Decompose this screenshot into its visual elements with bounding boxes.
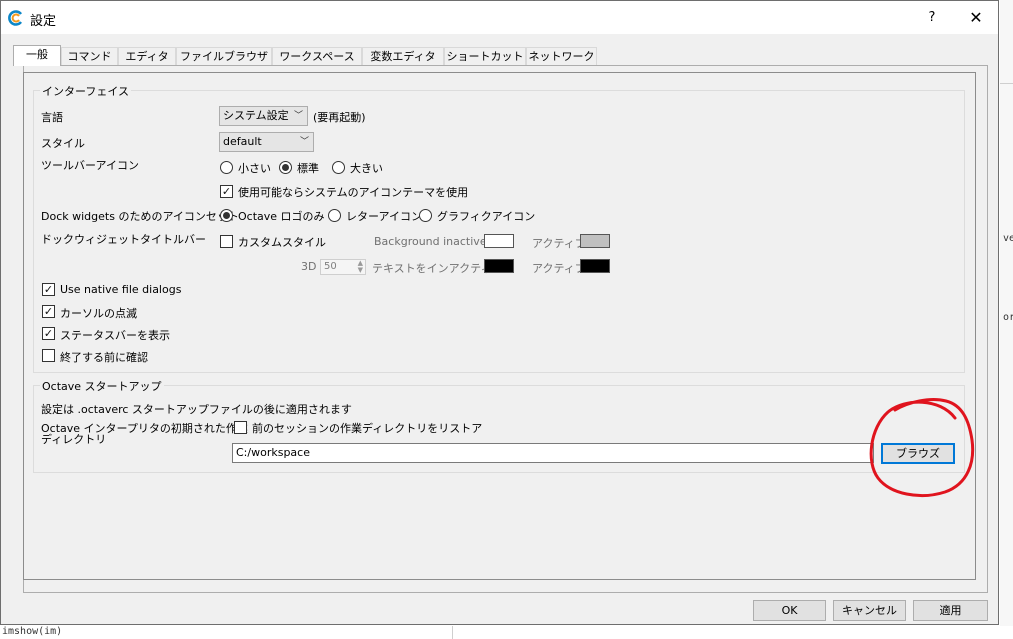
toolbar-icon-small-radio[interactable] [220,161,233,174]
confirm-exit-label: 終了する前に確認 [60,351,148,364]
background-app-bottom: imshow(im) [0,626,1013,639]
restore-workdir-label: 前のセッションの作業ディレクトリをリストア [252,422,483,435]
background-text-fragment: ve [1003,233,1013,244]
background-inactive-label: Background inactive [374,235,487,248]
tab-editor[interactable]: エディタ [118,47,176,65]
background-app-edge: ve or [1000,0,1013,639]
system-icon-theme-label: 使用可能ならシステムのアイコンテーマを使用 [238,186,469,199]
background-text-fragment: imshow(im) [2,626,63,637]
toolbar-icon-normal-radio[interactable] [279,161,292,174]
tab-general[interactable]: 一般 [13,45,61,66]
startup-note: 設定は .octaverc スタートアップファイルの後に適用されます [41,403,352,416]
custom-style-checkbox[interactable] [220,235,233,248]
octave-logo-icon [8,10,23,26]
help-button[interactable]: ? [909,1,955,34]
dock-icon-letter-radio[interactable] [328,209,341,222]
style-label: スタイル [41,137,85,150]
threed-spinbox[interactable]: 50 ▲ ▼ [320,259,366,275]
browse-button[interactable]: ブラウズ [881,443,955,464]
cursor-blink-label: カーソルの点滅 [60,307,137,320]
toolbar-icon-large-radio[interactable] [332,161,345,174]
spin-arrows-icon: ▲ ▼ [357,259,363,274]
toolbar-icon-normal-label: 標準 [297,162,319,175]
dock-icon-octave-radio[interactable] [220,209,233,222]
workdir-path-input[interactable]: C:/workspace [232,443,874,463]
dock-icon-set-label: Dock widgets のためのアイコンセット [41,210,239,223]
startup-group-title: Octave スタートアップ [40,378,164,394]
background-inactive-color-swatch[interactable] [484,234,514,248]
native-dialogs-label: Use native file dialogs [60,283,182,296]
title-bar: 設定 ? ✕ [1,1,998,34]
apply-button[interactable]: 適用 [913,600,988,621]
show-statusbar-label: ステータスバーを表示 [60,329,170,342]
tab-workspace[interactable]: ワークスペース [272,47,362,65]
dock-icon-letter-label: レターアイコン [346,210,423,223]
cursor-blink-checkbox[interactable]: ✓ [42,305,55,318]
tab-network[interactable]: ネットワーク [526,47,597,65]
system-icon-theme-checkbox[interactable]: ✓ [220,185,233,198]
custom-style-label: カスタムスタイル [238,236,326,249]
dock-icon-graphic-label: グラフィクアイコン [437,210,536,223]
background-active-label: アクティブ [532,237,586,250]
toolbar-icons-label: ツールバーアイコン [41,159,140,172]
restore-workdir-checkbox[interactable] [234,421,247,434]
help-icon: ? [928,10,936,25]
tab-variable-editor[interactable]: 変数エディタ [362,47,444,65]
dock-titlebar-label: ドックウィジェットタイトルバー [41,233,206,246]
background-active-color-swatch[interactable] [580,234,610,248]
tab-command[interactable]: コマンド [61,47,118,65]
chevron-down-icon: ﹀ [293,111,303,121]
close-button[interactable]: ✕ [953,1,999,34]
chevron-down-icon: ﹀ [299,137,309,147]
tab-shortcuts[interactable]: ショートカット [444,47,526,65]
confirm-exit-checkbox[interactable] [42,349,55,362]
toolbar-icon-large-label: 大きい [350,162,383,175]
workdir-label-line2: ディレクトリ [41,433,107,446]
workdir-path-value: C:/workspace [236,446,310,459]
text-active-color-swatch[interactable] [580,259,610,273]
background-text-fragment: or [1003,312,1013,323]
text-inactive-color-swatch[interactable] [484,259,514,273]
dialog-title: 設定 [30,14,57,29]
language-select-value: システム設定 [223,109,289,122]
native-dialogs-checkbox[interactable]: ✓ [42,283,55,296]
threed-spinbox-value: 50 [324,261,337,272]
language-label: 言語 [41,111,63,124]
language-select[interactable]: システム設定 ﹀ [219,106,308,126]
dock-icon-graphic-radio[interactable] [419,209,432,222]
threed-label: 3D [301,260,317,273]
style-select[interactable]: default ﹀ [219,132,314,152]
toolbar-icon-small-label: 小さい [238,162,271,175]
ok-button[interactable]: OK [753,600,826,621]
tab-file-browser[interactable]: ファイルブラウザ [176,47,272,65]
text-active-label: アクティブ [532,262,586,275]
style-select-value: default [223,135,262,148]
restart-required-note: (要再起動) [313,111,366,124]
dock-icon-octave-label: Octave ロゴのみ [238,210,325,223]
text-inactive-label: テキストをインアクティブ [372,262,503,275]
close-icon: ✕ [969,8,983,27]
show-statusbar-checkbox[interactable]: ✓ [42,327,55,340]
cancel-button[interactable]: キャンセル [833,600,906,621]
interface-group-title: インターフェイス [40,83,132,99]
